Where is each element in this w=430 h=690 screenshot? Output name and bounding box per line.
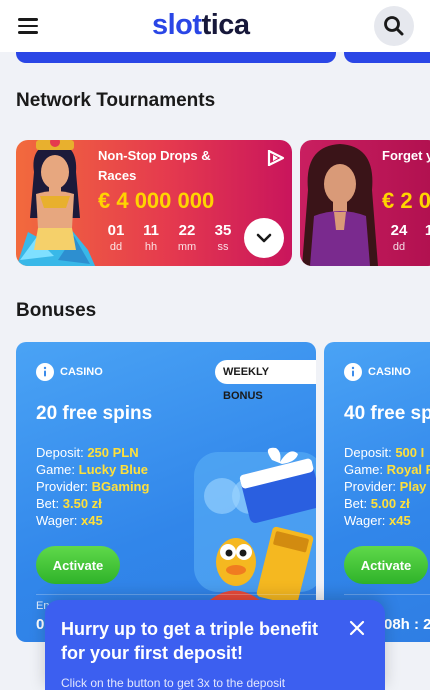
countdown-hours: 11 hh [143,222,159,253]
tournament-card[interactable]: Forget y skyrock € 2 0 24 dd 1 [300,140,430,266]
popup-close-button[interactable] [347,618,367,638]
bonus-wager: Wager: x45 [344,513,411,528]
search-icon [384,16,404,36]
chevron-down-icon [256,233,272,243]
countdown-hours: 1 [424,222,430,239]
bonus-expiry-timer: 0 [36,616,45,633]
network-tournament-icon [267,150,285,166]
menu-icon[interactable] [18,18,38,34]
bonus-bet: Bet: 5.00 zł [344,496,410,511]
close-icon [349,620,365,636]
activate-button[interactable]: Activate [36,546,120,584]
cleopatra-character-illustration [16,140,96,266]
bonus-card: CASINO WEEKLY BONUS 20 free spins Deposi… [16,342,316,642]
bonus-bet: Bet: 3.50 zł [36,496,102,511]
bonus-game: Game: Royal F [344,462,430,477]
info-icon[interactable] [344,363,362,381]
bonus-category: CASINO [344,363,411,381]
tournament-prize: € 2 0 [382,188,430,213]
bonus-card: CASINO 40 free sp Deposit: 500 I Game: R… [324,342,430,642]
activate-button[interactable]: Activate [344,546,428,584]
bonus-category: CASINO [36,363,103,381]
countdown-minutes: 22 mm [177,222,197,253]
bonus-title: 40 free sp [344,403,430,424]
tournament-name: Forget y skyrock [382,148,430,163]
tournaments-section-title: Network Tournaments [16,90,216,111]
bonus-category-label: CASINO [368,366,411,378]
first-deposit-popup[interactable]: Hurry up to get a triple benefit for you… [45,600,385,690]
countdown-days: 01 dd [107,222,125,253]
tournament-prize: € 4 000 000 [98,188,215,213]
search-button[interactable] [374,6,414,46]
woman-character-illustration [302,144,378,266]
popup-text: Click on the button to get 3x to the dep… [61,676,286,690]
divider [344,594,430,595]
tournament-card[interactable]: Non-Stop Drops & Races € 4 000 000 01 dd… [16,140,292,266]
bonus-game: Game: Lucky Blue [36,462,148,477]
tournament-expand-button[interactable] [244,218,284,258]
bonus-deposit: Deposit: 250 PLN [36,445,139,460]
bonus-wager: Wager: x45 [36,513,103,528]
info-icon[interactable] [36,363,54,381]
bonus-title: 20 free spins [36,403,153,424]
bonus-category-label: CASINO [60,366,103,378]
divider [36,594,316,595]
tournament-name: Non-Stop Drops & Races [98,148,211,183]
weekly-bonus-badge: WEEKLY BONUS [215,360,316,402]
top-header: slottica [0,0,430,52]
bonus-provider: Provider: BGaming [36,479,150,494]
bonus-expiry-timer: 08h : 2 [384,616,430,633]
bonus-provider: Provider: Play [344,479,427,494]
bonus-deposit: Deposit: 500 I [344,445,425,460]
countdown-days: 24 dd [390,222,408,253]
countdown-seconds: 35 ss [214,222,232,253]
popup-title: Hurry up to get a triple benefit for you… [61,619,319,663]
bonuses-section-title: Bonuses [16,300,97,321]
site-logo[interactable]: slottica [152,9,250,42]
